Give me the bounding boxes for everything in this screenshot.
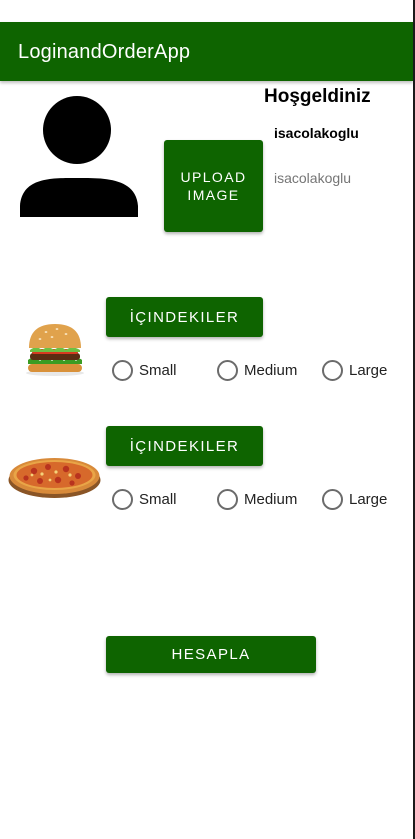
ingredients-button-pizza[interactable]: İÇINDEKILER [106,426,263,466]
radio-burger-medium[interactable]: Medium [217,360,297,381]
radio-circle[interactable] [322,360,343,381]
radio-circle[interactable] [112,489,133,510]
welcome-heading: Hoşgeldiniz [264,86,371,107]
username-label: isacolakoglu [274,125,359,141]
radio-label: Large [349,491,388,508]
hamburger-image [24,320,86,378]
radio-burger-large[interactable]: Large [322,360,387,381]
radio-pizza-large[interactable]: Large [322,489,387,510]
username-secondary-label: isacolakoglu [274,170,352,186]
radio-circle[interactable] [217,489,238,510]
status-bar [0,0,415,22]
app-screen: LoginandOrderApp UPLOAD IMAGE Hoşgeldini… [0,0,415,839]
radio-label: Medium [244,491,298,508]
radio-label: Small [139,491,177,508]
upload-image-button[interactable]: UPLOAD IMAGE [164,140,263,232]
radio-pizza-medium[interactable]: Medium [217,489,297,510]
radio-circle[interactable] [217,360,238,381]
radio-circle[interactable] [322,489,343,510]
radio-circle[interactable] [112,360,133,381]
ingredients-button-burger[interactable]: İÇINDEKILER [106,297,263,337]
radio-label: Small [139,362,177,379]
app-bar: LoginandOrderApp [0,22,413,81]
radio-pizza-small[interactable]: Small [112,489,177,510]
radio-label: Medium [244,362,298,379]
person-icon [20,93,140,221]
app-title: LoginandOrderApp [18,41,191,63]
pizza-image [8,450,101,500]
radio-burger-small[interactable]: Small [112,360,177,381]
radio-label: Large [349,362,388,379]
calculate-button[interactable]: HESAPLA [106,636,316,673]
